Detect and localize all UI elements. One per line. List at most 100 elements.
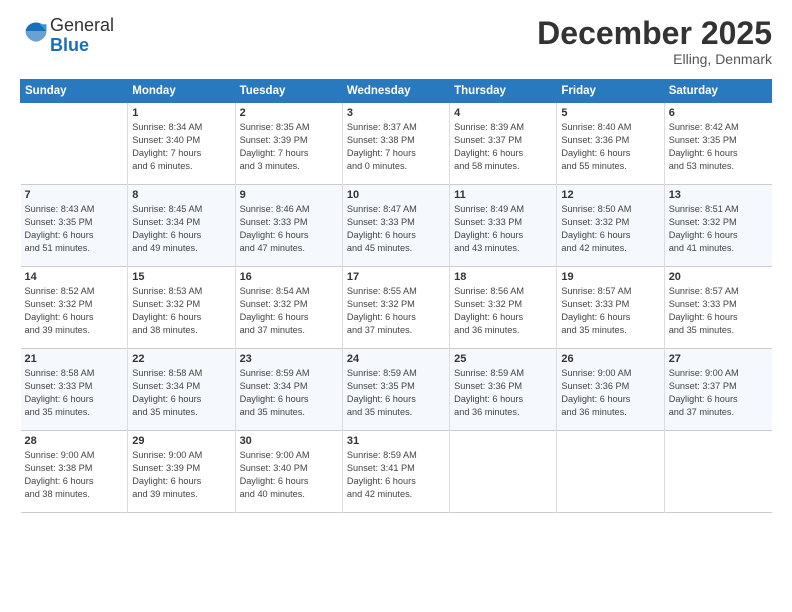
col-thursday: Thursday bbox=[450, 80, 557, 103]
day-number: 9 bbox=[240, 189, 338, 201]
cell-details: Sunrise: 8:59 AM Sunset: 3:41 PM Dayligh… bbox=[347, 449, 445, 501]
day-number: 7 bbox=[25, 189, 124, 201]
calendar-cell: 21Sunrise: 8:58 AM Sunset: 3:33 PM Dayli… bbox=[21, 349, 128, 431]
calendar-cell: 16 Sunrise: 8:54 AM Sunset: 3:32 PM Dayli… bbox=[235, 267, 342, 349]
day-number: 13 bbox=[669, 189, 768, 201]
calendar-cell bbox=[664, 431, 771, 513]
day-number: 8 bbox=[132, 189, 230, 201]
cell-details: Sunrise: 8:45 AM Sunset: 3:34 PM Dayligh… bbox=[132, 203, 230, 255]
calendar-cell: 18 Sunrise: 8:56 AM Sunset: 3:32 PM Dayli… bbox=[450, 267, 557, 349]
day-number: 28 bbox=[25, 435, 124, 447]
month-title: December 2025 bbox=[537, 16, 772, 51]
cell-details: Sunrise: 8:59 AM Sunset: 3:35 PM Dayligh… bbox=[347, 367, 445, 419]
col-sunday: Sunday bbox=[21, 80, 128, 103]
logo-icon bbox=[22, 19, 50, 47]
calendar-cell: 1Sunrise: 8:34 AM Sunset: 3:40 PM Daylig… bbox=[128, 103, 235, 185]
cell-details: Sunrise: 8:59 AM Sunset: 3:34 PM Dayligh… bbox=[240, 367, 338, 419]
cell-details: Sunrise: 8:42 AM Sunset: 3:35 PM Dayligh… bbox=[669, 121, 768, 173]
cell-details: Sunrise: 8:58 AM Sunset: 3:34 PM Dayligh… bbox=[132, 367, 230, 419]
calendar-cell bbox=[450, 431, 557, 513]
calendar-cell: 15 Sunrise: 8:53 AM Sunset: 3:32 PM Dayli… bbox=[128, 267, 235, 349]
calendar-cell: 3Sunrise: 8:37 AM Sunset: 3:38 PM Daylig… bbox=[342, 103, 449, 185]
calendar-cell: 9Sunrise: 8:46 AM Sunset: 3:33 PM Daylig… bbox=[235, 185, 342, 267]
calendar-cell: 17Sunrise: 8:55 AM Sunset: 3:32 PM Dayli… bbox=[342, 267, 449, 349]
calendar-cell bbox=[21, 103, 128, 185]
day-number: 4 bbox=[454, 107, 552, 119]
week-row-2: 7 Sunrise: 8:43 AM Sunset: 3:35 PM Daylig… bbox=[21, 185, 772, 267]
day-number: 6 bbox=[669, 107, 768, 119]
day-number: 23 bbox=[240, 353, 338, 365]
calendar-cell: 4 Sunrise: 8:39 AM Sunset: 3:37 PM Daylig… bbox=[450, 103, 557, 185]
calendar-cell: 8 Sunrise: 8:45 AM Sunset: 3:34 PM Daylig… bbox=[128, 185, 235, 267]
col-monday: Monday bbox=[128, 80, 235, 103]
cell-details: Sunrise: 8:57 AM Sunset: 3:33 PM Dayligh… bbox=[669, 285, 768, 337]
day-number: 26 bbox=[561, 353, 659, 365]
calendar-body: 1Sunrise: 8:34 AM Sunset: 3:40 PM Daylig… bbox=[21, 103, 772, 513]
day-number: 27 bbox=[669, 353, 768, 365]
cell-details: Sunrise: 8:57 AM Sunset: 3:33 PM Dayligh… bbox=[561, 285, 659, 337]
col-saturday: Saturday bbox=[664, 80, 771, 103]
calendar-cell: 6 Sunrise: 8:42 AM Sunset: 3:35 PM Daylig… bbox=[664, 103, 771, 185]
header-row: Sunday Monday Tuesday Wednesday Thursday… bbox=[21, 80, 772, 103]
cell-details: Sunrise: 8:37 AM Sunset: 3:38 PM Dayligh… bbox=[347, 121, 445, 173]
calendar-cell: 5 Sunrise: 8:40 AM Sunset: 3:36 PM Daylig… bbox=[557, 103, 664, 185]
logo-general-text: General bbox=[50, 15, 114, 35]
day-number: 31 bbox=[347, 435, 445, 447]
logo-blue-text: Blue bbox=[50, 35, 89, 55]
cell-details: Sunrise: 8:39 AM Sunset: 3:37 PM Dayligh… bbox=[454, 121, 552, 173]
day-number: 14 bbox=[25, 271, 124, 283]
calendar-cell: 14 Sunrise: 8:52 AM Sunset: 3:32 PM Dayli… bbox=[21, 267, 128, 349]
cell-details: Sunrise: 8:34 AM Sunset: 3:40 PM Dayligh… bbox=[132, 121, 230, 173]
calendar-cell: 22Sunrise: 8:58 AM Sunset: 3:34 PM Dayli… bbox=[128, 349, 235, 431]
calendar-table: Sunday Monday Tuesday Wednesday Thursday… bbox=[20, 79, 772, 513]
day-number: 10 bbox=[347, 189, 445, 201]
calendar-cell: 29 Sunrise: 9:00 AM Sunset: 3:39 PM Dayli… bbox=[128, 431, 235, 513]
day-number: 5 bbox=[561, 107, 659, 119]
cell-details: Sunrise: 8:53 AM Sunset: 3:32 PM Dayligh… bbox=[132, 285, 230, 337]
cell-details: Sunrise: 9:00 AM Sunset: 3:38 PM Dayligh… bbox=[25, 449, 124, 501]
day-number: 19 bbox=[561, 271, 659, 283]
day-number: 29 bbox=[132, 435, 230, 447]
day-number: 2 bbox=[240, 107, 338, 119]
cell-details: Sunrise: 9:00 AM Sunset: 3:39 PM Dayligh… bbox=[132, 449, 230, 501]
cell-details: Sunrise: 8:40 AM Sunset: 3:36 PM Dayligh… bbox=[561, 121, 659, 173]
cell-details: Sunrise: 9:00 AM Sunset: 3:37 PM Dayligh… bbox=[669, 367, 768, 419]
logo: General Blue bbox=[20, 16, 114, 56]
week-row-5: 28 Sunrise: 9:00 AM Sunset: 3:38 PM Dayli… bbox=[21, 431, 772, 513]
calendar-cell: 25Sunrise: 8:59 AM Sunset: 3:36 PM Dayli… bbox=[450, 349, 557, 431]
day-number: 12 bbox=[561, 189, 659, 201]
page: General Blue December 2025 Elling, Denma… bbox=[0, 0, 792, 612]
day-number: 11 bbox=[454, 189, 552, 201]
week-row-4: 21Sunrise: 8:58 AM Sunset: 3:33 PM Dayli… bbox=[21, 349, 772, 431]
calendar-cell bbox=[557, 431, 664, 513]
calendar-cell: 20 Sunrise: 8:57 AM Sunset: 3:33 PM Dayli… bbox=[664, 267, 771, 349]
calendar-cell: 23 Sunrise: 8:59 AM Sunset: 3:34 PM Dayli… bbox=[235, 349, 342, 431]
col-friday: Friday bbox=[557, 80, 664, 103]
location: Elling, Denmark bbox=[537, 51, 772, 67]
day-number: 30 bbox=[240, 435, 338, 447]
cell-details: Sunrise: 8:43 AM Sunset: 3:35 PM Dayligh… bbox=[25, 203, 124, 255]
day-number: 15 bbox=[132, 271, 230, 283]
day-number: 17 bbox=[347, 271, 445, 283]
calendar-cell: 31 Sunrise: 8:59 AM Sunset: 3:41 PM Dayli… bbox=[342, 431, 449, 513]
day-number: 21 bbox=[25, 353, 124, 365]
day-number: 18 bbox=[454, 271, 552, 283]
calendar-cell: 13 Sunrise: 8:51 AM Sunset: 3:32 PM Dayli… bbox=[664, 185, 771, 267]
calendar-cell: 24 Sunrise: 8:59 AM Sunset: 3:35 PM Dayli… bbox=[342, 349, 449, 431]
cell-details: Sunrise: 8:35 AM Sunset: 3:39 PM Dayligh… bbox=[240, 121, 338, 173]
calendar-cell: 11Sunrise: 8:49 AM Sunset: 3:33 PM Dayli… bbox=[450, 185, 557, 267]
day-number: 24 bbox=[347, 353, 445, 365]
cell-details: Sunrise: 8:54 AM Sunset: 3:32 PM Dayligh… bbox=[240, 285, 338, 337]
header: General Blue December 2025 Elling, Denma… bbox=[20, 16, 772, 67]
cell-details: Sunrise: 8:51 AM Sunset: 3:32 PM Dayligh… bbox=[669, 203, 768, 255]
cell-details: Sunrise: 8:56 AM Sunset: 3:32 PM Dayligh… bbox=[454, 285, 552, 337]
day-number: 16 bbox=[240, 271, 338, 283]
cell-details: Sunrise: 8:47 AM Sunset: 3:33 PM Dayligh… bbox=[347, 203, 445, 255]
calendar-cell: 7 Sunrise: 8:43 AM Sunset: 3:35 PM Daylig… bbox=[21, 185, 128, 267]
calendar-cell: 2 Sunrise: 8:35 AM Sunset: 3:39 PM Daylig… bbox=[235, 103, 342, 185]
cell-details: Sunrise: 8:50 AM Sunset: 3:32 PM Dayligh… bbox=[561, 203, 659, 255]
day-number: 20 bbox=[669, 271, 768, 283]
week-row-3: 14 Sunrise: 8:52 AM Sunset: 3:32 PM Dayli… bbox=[21, 267, 772, 349]
calendar-cell: 19 Sunrise: 8:57 AM Sunset: 3:33 PM Dayli… bbox=[557, 267, 664, 349]
cell-details: Sunrise: 8:52 AM Sunset: 3:32 PM Dayligh… bbox=[25, 285, 124, 337]
